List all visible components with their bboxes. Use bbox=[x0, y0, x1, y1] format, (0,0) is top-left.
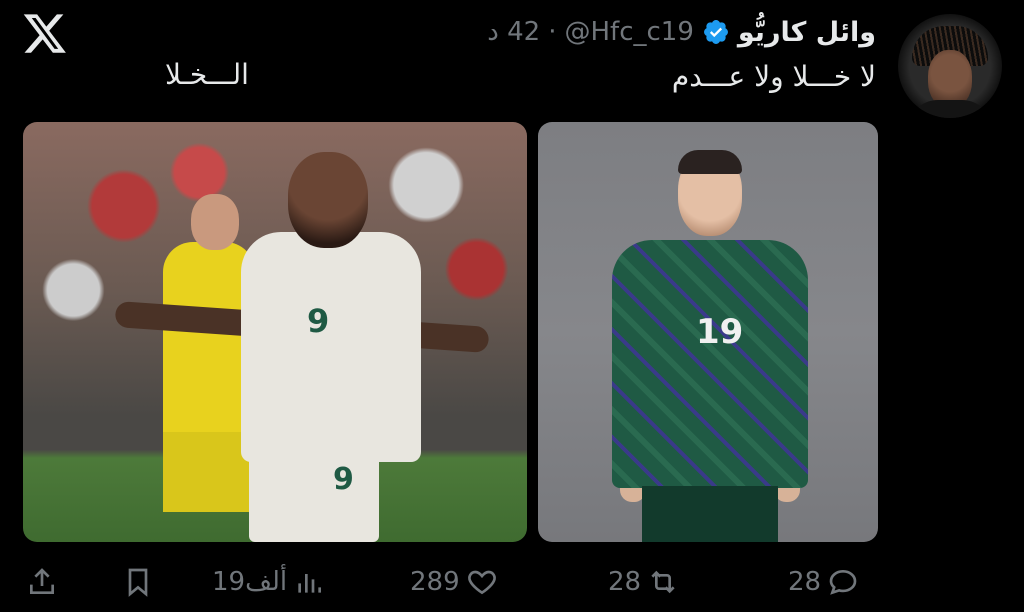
reply-button[interactable]: 28 bbox=[788, 562, 859, 602]
player-head bbox=[288, 152, 368, 248]
tweet-header: وائل كاريُّو @Hfc_c19 · 42 د bbox=[487, 14, 876, 50]
like-button[interactable]: 289 bbox=[410, 562, 498, 602]
jersey-number-left: 9 bbox=[307, 302, 330, 340]
player-portrait-shorts bbox=[642, 486, 778, 542]
player-shorts bbox=[249, 452, 379, 542]
player-portrait-shirt bbox=[612, 240, 808, 488]
display-name[interactable]: وائل كاريُّو bbox=[738, 17, 876, 48]
views-chart-icon bbox=[298, 574, 322, 593]
verified-badge-icon bbox=[703, 20, 728, 44]
retweet-button[interactable]: 28 bbox=[608, 562, 679, 602]
views-count: 19ألف bbox=[212, 567, 288, 597]
handle[interactable]: @Hfc_c19 bbox=[564, 17, 693, 47]
player-portrait-hair bbox=[678, 150, 742, 174]
reply-icon bbox=[829, 569, 857, 595]
bookmark-icon bbox=[128, 568, 148, 597]
goalkeeper-head bbox=[191, 194, 239, 250]
tweet-image-left[interactable]: 9 9 bbox=[23, 122, 527, 542]
share-icon bbox=[30, 568, 54, 594]
avatar[interactable] bbox=[898, 14, 1002, 118]
likes-count: 289 bbox=[410, 567, 460, 597]
jersey-number-right: 19 bbox=[696, 312, 744, 352]
heart-icon bbox=[467, 570, 496, 595]
timestamp[interactable]: 42 د bbox=[487, 17, 540, 47]
image-caption: الـــخـلا bbox=[165, 58, 249, 91]
retweet-icon bbox=[651, 570, 675, 594]
views-button[interactable]: 19ألف bbox=[212, 562, 325, 602]
player-shirt bbox=[241, 232, 421, 462]
retweets-count: 28 bbox=[608, 567, 642, 597]
bookmark-button[interactable] bbox=[122, 562, 154, 602]
avatar-shirt bbox=[908, 100, 992, 118]
x-logo-icon[interactable] bbox=[22, 10, 68, 56]
tweet-text: لا خـــلا ولا عـــدم bbox=[671, 60, 876, 93]
shorts-number-left: 9 bbox=[333, 462, 354, 497]
separator-dot: · bbox=[548, 17, 557, 47]
share-button[interactable] bbox=[26, 562, 58, 602]
replies-count: 28 bbox=[788, 567, 822, 597]
tweet-image-right[interactable]: 19 bbox=[538, 122, 878, 542]
